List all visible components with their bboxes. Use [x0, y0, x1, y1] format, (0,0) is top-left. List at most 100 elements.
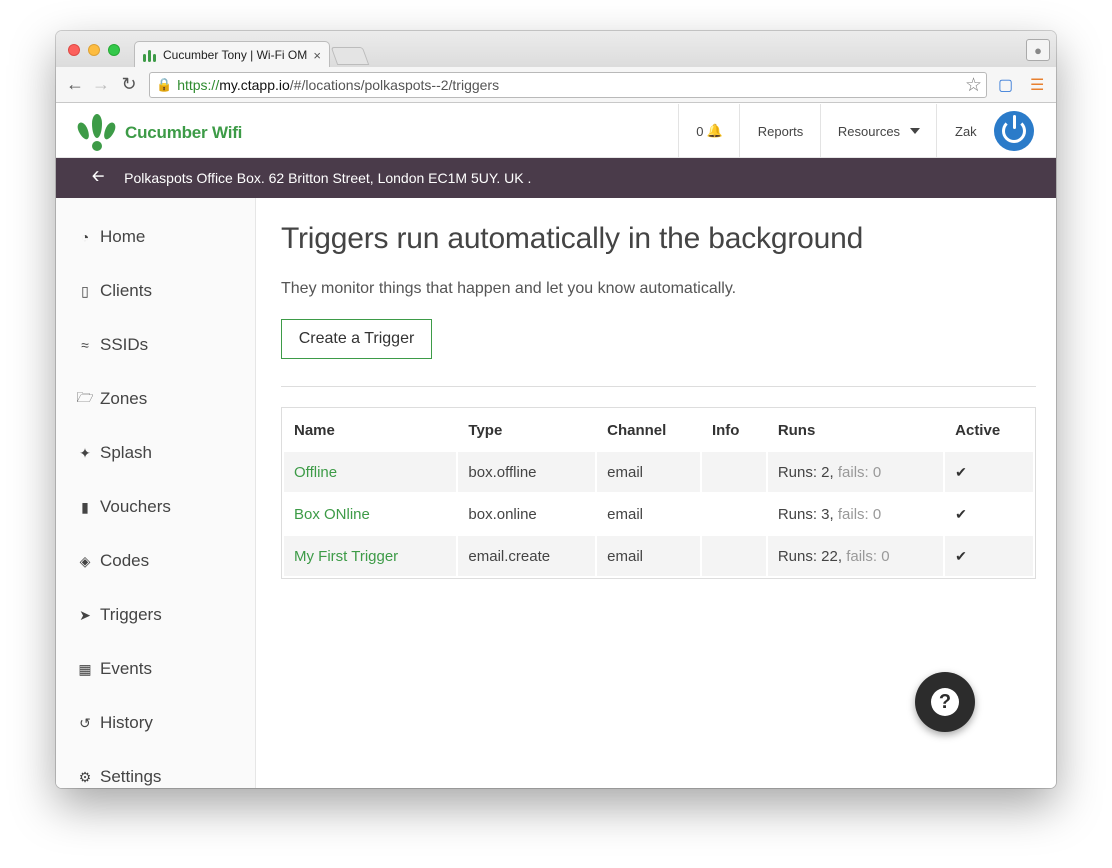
- trigger-info: [701, 536, 766, 576]
- sidebar-item-label: Clients: [100, 281, 152, 300]
- bell-icon: 🔔: [706, 123, 723, 138]
- triggers-table: Name Type Channel Info Runs Active Offli…: [281, 407, 1036, 579]
- sidebar-item-label: Events: [100, 659, 152, 678]
- sidebar-item-settings[interactable]: ⚙ Settings: [76, 765, 162, 788]
- sidebar-item-label: SSIDs: [100, 335, 149, 354]
- fails-count: fails: 0: [846, 547, 890, 565]
- sidebar-item-clients[interactable]: ▯ Clients: [76, 279, 152, 303]
- profile-icon[interactable]: ●: [1026, 39, 1050, 61]
- trigger-runs: Runs: 3, fails: 0: [768, 494, 943, 534]
- column-header-type: Type: [468, 421, 503, 439]
- sidebar-item-label: History: [100, 713, 153, 732]
- rocket-icon: ➤: [79, 606, 91, 623]
- reports-link[interactable]: Reports: [739, 104, 821, 158]
- wifi-icon: ≈: [81, 337, 89, 353]
- sidebar-item-ssids[interactable]: ≈ SSIDs: [76, 333, 148, 357]
- browser-tab[interactable]: Cucumber Tony | Wi-Fi OM ×: [134, 41, 330, 68]
- sidebar-item-vouchers[interactable]: ▮ Vouchers: [76, 495, 171, 519]
- url-path: /#/locations/polkaspots--2/triggers: [289, 77, 500, 93]
- lock-icon: 🔒: [156, 77, 173, 92]
- page-title: Triggers run automatically in the backgr…: [281, 222, 864, 255]
- sidebar-item-triggers[interactable]: ➤ Triggers: [76, 603, 162, 627]
- new-tab-button[interactable]: [330, 47, 370, 65]
- brand-logo[interactable]: Cucumber Wifi: [75, 114, 242, 152]
- column-header-name: Name: [294, 421, 335, 439]
- create-trigger-button[interactable]: Create a Trigger: [281, 319, 432, 359]
- trigger-type: email.create: [458, 536, 596, 576]
- url-scheme: https://: [177, 77, 220, 93]
- sidebar-item-splash[interactable]: ✦ Splash: [76, 441, 152, 465]
- mobile-icon: ▯: [81, 282, 89, 299]
- tag-icon: ◈: [79, 552, 91, 569]
- power-icon[interactable]: [994, 111, 1034, 151]
- bookmark-star-icon[interactable]: ☆: [965, 74, 982, 97]
- trigger-channel: email: [597, 452, 700, 492]
- cucumber-logo-icon: [75, 114, 118, 152]
- trigger-runs: Runs: 2, fails: 0: [767, 452, 944, 492]
- sidebar-item-label: Home: [100, 227, 146, 246]
- sidebar-item-label: Vouchers: [100, 497, 171, 516]
- trigger-name-link[interactable]: Offline: [294, 464, 337, 481]
- book-icon: ▮: [81, 498, 89, 515]
- reload-icon[interactable]: ↻: [118, 74, 140, 95]
- trigger-name-link[interactable]: Box ONline: [294, 506, 370, 523]
- trigger-name-link[interactable]: My First Trigger: [294, 548, 398, 565]
- question-icon: ?: [931, 688, 959, 716]
- notifications-count: 0: [696, 123, 704, 139]
- sidebar-item-events[interactable]: ▦ Events: [76, 657, 152, 681]
- trigger-type: box.offline: [458, 452, 596, 492]
- minimize-window-button[interactable]: [88, 44, 100, 56]
- sidebar-item-home[interactable]: ◔ Home: [76, 225, 146, 249]
- url-host: my.ctapp.io: [219, 77, 290, 93]
- table-row: Offline box.offline email Runs: 2, fails…: [284, 452, 1033, 492]
- forward-arrow-icon[interactable]: →: [90, 74, 112, 95]
- sidebar-item-codes[interactable]: ◈ Codes: [76, 549, 150, 573]
- help-button[interactable]: ?: [915, 672, 975, 732]
- column-header-active: Active: [955, 421, 1001, 439]
- back-arrow-icon[interactable]: ←: [64, 74, 86, 95]
- menu-icon[interactable]: ☰: [1030, 75, 1044, 95]
- sidebar-item-label: Triggers: [100, 605, 162, 624]
- reports-label: Reports: [757, 123, 804, 139]
- back-arrow-icon[interactable]: 🡠: [92, 166, 104, 191]
- runs-count: Runs: 22,: [777, 547, 843, 565]
- cucumber-favicon-icon: [143, 48, 159, 62]
- column-header-info: Info: [711, 421, 740, 439]
- address-bar[interactable]: 🔒 https:// my.ctapp.io /#/locations/polk…: [149, 72, 987, 98]
- caret-down-icon: [910, 128, 921, 134]
- cast-icon[interactable]: ▢: [998, 75, 1013, 95]
- notifications-button[interactable]: 0 🔔: [678, 104, 740, 158]
- column-header-channel: Channel: [607, 421, 667, 439]
- magic-wand-icon: ✦: [79, 444, 91, 461]
- sidebar-item-history[interactable]: ↺ History: [76, 711, 153, 735]
- folder-icon: 🗁: [76, 389, 94, 405]
- sidebar-item-label: Settings: [100, 767, 162, 786]
- dashboard-icon: ◔: [80, 229, 90, 245]
- fails-count: fails: 0: [837, 505, 882, 523]
- calendar-icon: ▦: [78, 660, 92, 677]
- divider: [281, 386, 1036, 387]
- trigger-channel: email: [597, 536, 700, 576]
- table-row: My First Trigger email.create email Runs…: [284, 536, 1033, 576]
- cogs-icon: ⚙: [78, 768, 92, 785]
- tab-close-icon[interactable]: ×: [313, 48, 321, 63]
- sidebar: ◔ Home ▯ Clients ≈ SSIDs 🗁 Zones ✦ Splas…: [56, 198, 256, 788]
- location-address: Polkaspots Office Box. 62 Britton Street…: [124, 170, 532, 186]
- zoom-window-button[interactable]: [108, 44, 120, 56]
- top-navbar: Cucumber Wifi 0 🔔 Reports Resources Zak: [56, 104, 1056, 158]
- resources-dropdown[interactable]: Resources: [820, 104, 937, 158]
- sidebar-item-label: Splash: [100, 443, 152, 462]
- table-header-row: Name Type Channel Info Runs Active: [284, 410, 1033, 450]
- runs-count: Runs: 2,: [777, 463, 834, 481]
- browser-window: Cucumber Tony | Wi-Fi OM × ● ← → ↻ 🔒 htt…: [56, 31, 1056, 788]
- trigger-channel: email: [607, 505, 643, 523]
- sidebar-item-zones[interactable]: 🗁 Zones: [76, 387, 147, 411]
- browser-toolbar: ← → ↻ 🔒 https:// my.ctapp.io /#/location…: [56, 67, 1056, 103]
- page-subtitle: They monitor things that happen and let …: [281, 280, 737, 297]
- sidebar-item-label: Codes: [100, 551, 150, 570]
- table-row: Box ONline box.online email Runs: 3, fai…: [284, 494, 1033, 534]
- close-window-button[interactable]: [68, 44, 80, 56]
- trigger-info: [702, 494, 766, 534]
- sidebar-item-label: Zones: [100, 389, 148, 408]
- trigger-runs: Runs: 22, fails: 0: [767, 536, 944, 576]
